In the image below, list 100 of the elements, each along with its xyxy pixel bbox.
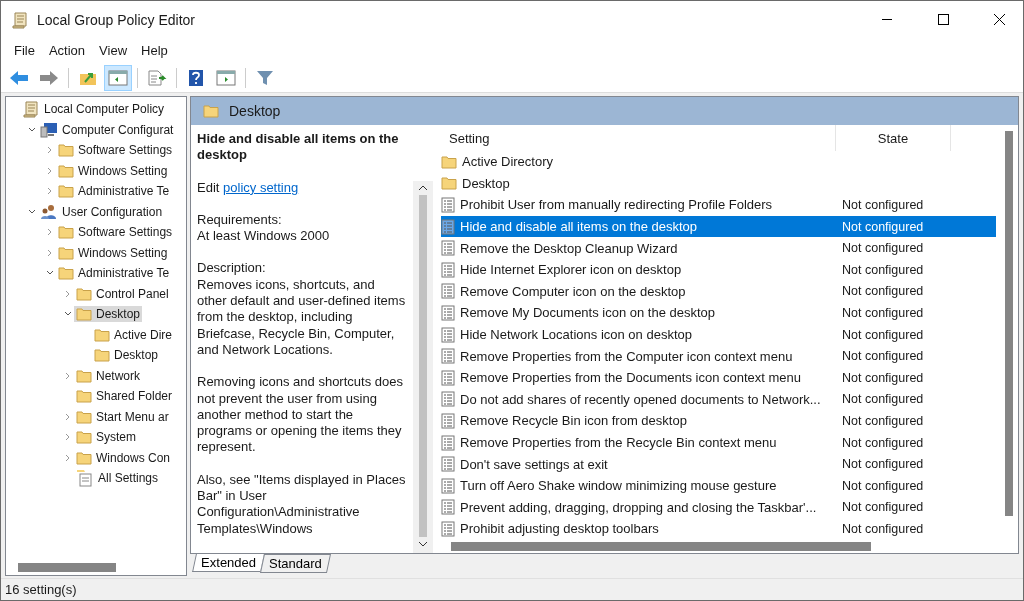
setting-row[interactable]: Remove Properties from the Computer icon context menu Not configured [441,345,996,367]
expand-chevron-icon[interactable] [65,453,71,462]
tree-item[interactable]: User Configuration [38,202,165,221]
setting-row[interactable]: Desktop [441,172,996,195]
folder-icon [94,327,110,342]
help-icon [188,68,204,87]
expand-chevron-icon[interactable] [47,248,53,257]
tree-item[interactable]: Software Settings [56,224,175,241]
tree-item[interactable]: Network [74,367,142,384]
folder-icon [58,143,74,158]
setting-row[interactable]: Hide and disable all items on the desktop Not configured [441,215,996,238]
tree-item[interactable]: Local Computer Policy [20,99,167,120]
tree-item[interactable]: Desktop [92,347,161,364]
setting-row[interactable]: Remove Computer icon on the desktop Not configured [441,280,996,303]
expand-chevron-icon[interactable] [65,433,71,442]
tree-item[interactable]: Active Dire [92,326,174,343]
policy-setting-link[interactable]: policy setting [223,179,299,195]
setting-row[interactable]: Remove Properties from the Documents icon context menu Not configured [441,366,996,389]
folder-icon [76,430,92,445]
tree-item[interactable]: Start Menu ar [74,408,171,425]
header-title: Desktop [229,103,281,119]
view-tab[interactable]: Extended [192,554,265,572]
menu-item[interactable]: Help [134,43,175,58]
description-paragraph: Requirements: At least Windows 2000 [197,211,331,245]
setting-name: Remove Properties from the Recycle Bin context menu [460,435,777,450]
menu-item[interactable]: Action [41,43,93,58]
scrollbar-thumb[interactable] [18,562,116,572]
setting-state: Not configured [841,284,925,299]
tree-item[interactable]: Shared Folder [74,388,175,405]
collapse-chevron-icon[interactable] [28,208,36,215]
folder-icon [58,266,74,281]
setting-row[interactable]: Remove My Documents icon on the desktop Not configured [441,302,996,324]
folder-icon [58,184,74,199]
setting-row[interactable]: Prohibit User from manually redirecting Profile Folders Not configured [441,194,996,216]
collapse-chevron-icon[interactable] [46,270,54,277]
setting-row[interactable]: Remove Properties from the Recycle Bin context menu Not configured [441,431,996,454]
setting-state: Not configured [841,349,925,364]
tree-item[interactable]: Desktop [74,306,143,323]
column-header[interactable]: Setting [441,125,836,151]
tree-item[interactable]: Windows Setting [56,244,170,261]
window-title: Local Group Policy Editor [37,11,196,28]
setting-name: Prohibit adjusting desktop toolbars [460,521,659,537]
setting-row[interactable]: Turn off Aero Shake window minimizing mouse gesture Not configured [441,474,996,497]
tree-item[interactable]: Administrative Te [56,183,172,200]
expand-chevron-icon[interactable] [47,166,53,175]
expand-chevron-icon[interactable] [47,187,53,196]
expand-chevron-icon[interactable] [65,289,71,298]
expand-chevron-icon[interactable] [65,371,71,380]
setting-row[interactable]: Hide Internet Explorer icon on desktop Not configured [441,258,996,281]
collapse-chevron-icon[interactable] [64,311,72,318]
tree-item[interactable]: Computer Configurat [38,120,176,139]
setting-name: Turn off Aero Shake window minimizing mouse gesture [460,478,777,494]
setting-state: Not configured [841,219,925,234]
expand-chevron-icon[interactable] [65,412,71,421]
setting-row[interactable]: Hide Network Locations icon on desktop Not configured [441,323,996,346]
tree-item[interactable]: All Settings [74,468,161,489]
tree-item[interactable]: Windows Setting [56,162,170,179]
scrollbar-thumb[interactable] [451,541,871,551]
scrollbar-thumb[interactable] [1005,131,1013,516]
minimize-icon [882,19,892,20]
tree-item[interactable]: Software Settings [56,142,175,159]
policy-icon [441,456,455,473]
tree-item[interactable]: Control Panel [74,285,171,302]
policy-icon [441,391,455,408]
setting-state: Not configured [841,392,925,407]
expand-chevron-icon[interactable] [47,228,53,237]
setting-name: Prevent adding, dragging, dropping and closing the Taskbar'... [460,499,817,515]
scroll-up-icon[interactable] [418,185,428,191]
column-header[interactable]: State [836,125,951,151]
edit-text: Edit policy setting [197,179,300,196]
scroll-down-icon[interactable] [418,541,428,547]
folder-icon [441,154,457,169]
console-tree-icon [108,69,128,86]
scrollbar-thumb[interactable] [419,195,427,537]
setting-row[interactable]: Prohibit adjusting desktop toolbars Not configured [441,518,996,539]
setting-state: Not configured [841,370,925,385]
setting-name: Hide Network Locations icon on desktop [460,327,692,343]
tree-item[interactable]: Windows Con [74,449,173,466]
policy-icon [441,520,455,537]
setting-row[interactable]: Active Directory [441,151,996,173]
folder-icon [441,176,457,191]
folder-icon [76,450,92,465]
setting-row[interactable]: Prevent adding, dragging, dropping and closing the Taskbar'... Not configured [441,496,996,519]
setting-row[interactable]: Remove Recycle Bin icon from desktop Not configured [441,410,996,432]
setting-row[interactable]: Remove the Desktop Cleanup Wizard Not configured [441,237,996,259]
setting-row[interactable]: Do not add shares of recently opened documents to Network... Not configured [441,388,996,411]
setting-row[interactable]: Don't save settings at exit Not configured [441,453,996,475]
tree-item[interactable]: System [74,429,138,446]
description-paragraph: Description: Removes icons, shortcuts, and other default and user-defined items from the desktop, including Briefcase, Recycle Bin, Computer, and Network Locations. [197,260,407,359]
filter-icon [256,68,274,87]
menu-item[interactable]: File [7,43,42,58]
folder-icon [58,225,74,240]
tree-item[interactable]: Administrative Te [56,265,172,282]
view-tab[interactable]: Standard [259,554,331,573]
expand-chevron-icon[interactable] [47,146,53,155]
collapse-chevron-icon[interactable] [28,126,36,133]
menu-item[interactable]: View [92,43,135,58]
setting-state: Not configured [841,327,925,342]
setting-name: Remove the Desktop Cleanup Wizard [460,240,678,256]
folder-icon [58,163,74,178]
